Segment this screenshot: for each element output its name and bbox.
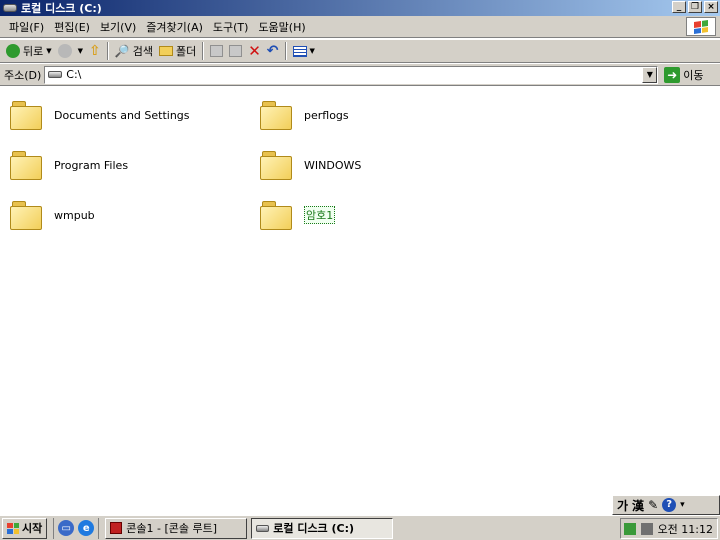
folder-icon <box>260 198 294 232</box>
address-bar: 주소(D) C:\ ▼ ➜ 이동 <box>0 64 720 86</box>
folder-item-selected[interactable]: 암호1 <box>260 195 336 235</box>
internet-explorer-icon[interactable]: e <box>78 520 95 536</box>
folder-item[interactable]: wmpub <box>10 195 95 235</box>
views-button[interactable]: ▼ <box>290 41 318 61</box>
start-button[interactable]: 시작 <box>2 517 48 539</box>
langbar-options-icon[interactable]: ▾ <box>680 500 685 510</box>
folder-label: perflogs <box>304 108 349 122</box>
folder-item[interactable]: Program Files <box>10 145 128 185</box>
delete-button[interactable]: ✕ <box>245 41 264 61</box>
folder-item[interactable]: Documents and Settings <box>10 95 190 135</box>
drive-icon <box>256 524 270 532</box>
file-list: Documents and Settings perflogs Program … <box>0 87 720 495</box>
folder-label: wmpub <box>54 208 95 222</box>
taskbar: 시작 ▭ e 콘솔1 - [콘솔 루트] 로컬 디스크 (C:) 오전 11:1… <box>0 515 720 540</box>
task-label: 콘솔1 - [콘솔 루트] <box>126 522 218 535</box>
address-value: C:\ <box>66 68 82 81</box>
folder-label: 암호1 <box>304 206 336 224</box>
folders-button[interactable]: 폴더 <box>156 41 199 61</box>
forward-button[interactable]: ▼ <box>55 41 86 61</box>
language-bar: 가 漢 ✎ ? ▾ <box>612 495 720 515</box>
taskbar-item-local-disk[interactable]: 로컬 디스크 (C:) <box>251 517 394 539</box>
back-button[interactable]: 뒤로 ▼ <box>3 41 55 61</box>
close-button[interactable]: × <box>704 1 718 13</box>
folder-label: Documents and Settings <box>54 108 190 122</box>
menu-file[interactable]: 파일(F) <box>4 19 49 35</box>
search-label: 검색 <box>132 45 153 58</box>
up-folder-button[interactable]: ⇧ <box>86 41 104 61</box>
task-label: 로컬 디스크 (C:) <box>273 522 355 535</box>
help-icon[interactable]: ? <box>662 498 677 512</box>
menu-bar: 파일(F) 편집(E) 보기(V) 즐겨찾기(A) 도구(T) 도움말(H) <box>0 16 720 38</box>
search-icon: 🔎 <box>114 44 130 58</box>
windows-logo-icon <box>7 522 19 534</box>
undo-button[interactable]: ↶ <box>264 41 282 61</box>
windows-logo-icon <box>686 17 716 36</box>
quick-launch: ▭ e <box>53 517 100 539</box>
menu-edit[interactable]: 편집(E) <box>49 19 95 35</box>
window-controls: _ ❐ × <box>672 1 718 13</box>
start-label: 시작 <box>22 522 43 535</box>
folder-item[interactable]: perflogs <box>260 95 349 135</box>
back-label: 뒤로 <box>23 45 44 58</box>
up-folder-icon: ⇧ <box>89 43 101 59</box>
folder-icon <box>10 98 44 132</box>
delete-icon: ✕ <box>248 42 261 60</box>
folder-label: WINDOWS <box>304 158 362 172</box>
folder-icon <box>260 98 294 132</box>
folder-label: Program Files <box>54 158 129 172</box>
drive-icon <box>3 4 17 12</box>
menu-tools[interactable]: 도구(T) <box>208 19 254 35</box>
folders-icon <box>158 46 173 56</box>
minimize-button[interactable]: _ <box>672 1 686 13</box>
show-desktop-icon[interactable]: ▭ <box>58 520 75 536</box>
menu-help[interactable]: 도움말(H) <box>253 19 310 35</box>
views-dropdown-icon[interactable]: ▼ <box>310 47 315 55</box>
address-label: 주소(D) <box>4 68 42 82</box>
clock[interactable]: 오전 11:12 <box>658 521 713 537</box>
system-tray: 오전 11:12 <box>620 518 718 539</box>
toolbar: 뒤로 ▼ ▼ ⇧ 🔎 검색 폴더 ✕ ↶ ▼ <box>0 39 720 63</box>
drive-icon <box>48 71 63 78</box>
ime-icon[interactable] <box>640 522 653 535</box>
move-to-button[interactable] <box>207 41 226 61</box>
folder-icon <box>260 148 294 182</box>
toolbar-separator <box>202 42 205 60</box>
copy-to-button[interactable] <box>226 41 245 61</box>
move-to-icon <box>210 45 224 57</box>
toolbar-separator <box>106 42 109 60</box>
window-title: 로컬 디스크 (C:) <box>21 2 102 15</box>
views-icon <box>292 45 307 57</box>
network-icon[interactable] <box>623 522 636 535</box>
menu-view[interactable]: 보기(V) <box>95 19 141 35</box>
forward-arrow-icon <box>57 44 72 58</box>
toolbar-separator <box>284 42 287 60</box>
folder-icon <box>10 148 44 182</box>
menu-favorites[interactable]: 즐겨찾기(A) <box>141 19 208 35</box>
forward-dropdown-icon[interactable]: ▼ <box>78 47 83 55</box>
address-dropdown-icon[interactable]: ▼ <box>642 66 658 83</box>
taskbar-item-console[interactable]: 콘솔1 - [콘솔 루트] <box>105 517 248 539</box>
back-dropdown-icon[interactable]: ▼ <box>46 47 51 55</box>
go-button[interactable]: ➜ 이동 <box>664 66 704 83</box>
title-bar: 로컬 디스크 (C:) _ ❐ × <box>0 0 720 16</box>
folders-label: 폴더 <box>175 45 197 58</box>
hanja-button[interactable]: 漢 <box>632 497 644 514</box>
go-arrow-icon: ➜ <box>664 66 681 83</box>
folder-icon <box>10 198 44 232</box>
ime-pad-icon[interactable]: ✎ <box>648 498 658 512</box>
copy-to-icon <box>229 45 243 57</box>
go-label: 이동 <box>683 68 704 82</box>
undo-icon: ↶ <box>266 43 279 59</box>
back-arrow-icon <box>6 44 20 58</box>
hangul-mode-button[interactable]: 가 <box>617 497 628 514</box>
restore-button[interactable]: ❐ <box>688 1 702 13</box>
address-input[interactable]: C:\ ▼ <box>44 65 659 84</box>
console-icon <box>110 522 123 534</box>
folder-item[interactable]: WINDOWS <box>260 145 361 185</box>
search-button[interactable]: 🔎 검색 <box>112 41 156 61</box>
